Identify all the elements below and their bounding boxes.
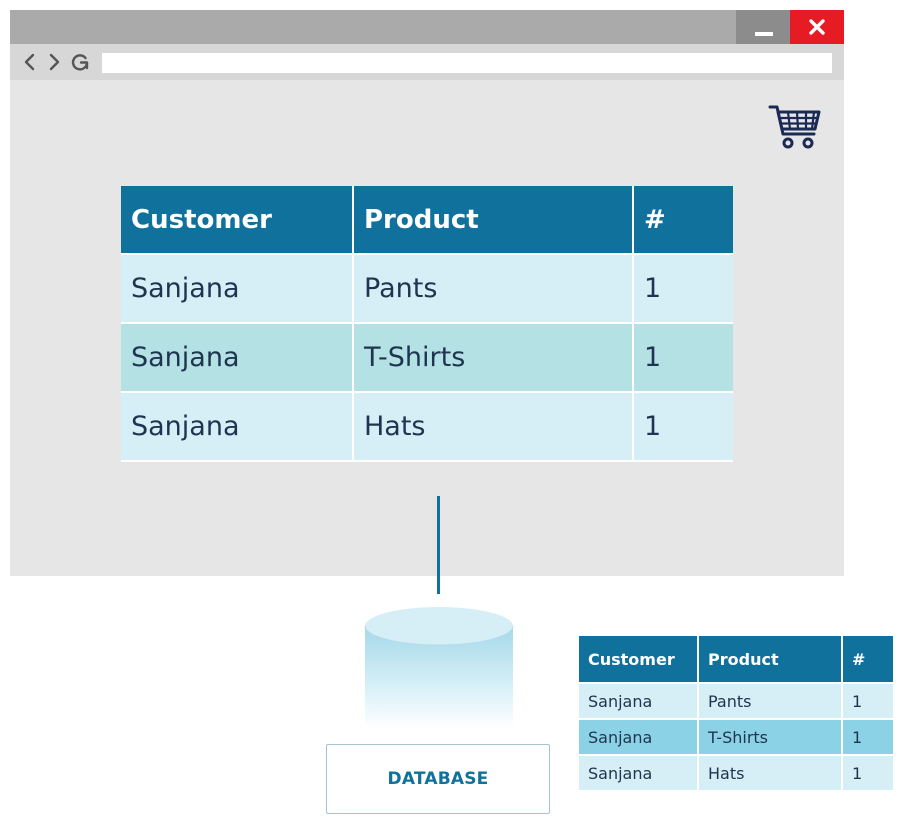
column-header-quantity: # <box>842 636 893 684</box>
browser-orders-table: Customer Product # Sanjana Pants 1 Sanja… <box>121 186 733 462</box>
cell-customer: Sanjana <box>579 755 699 792</box>
browser-window: Customer Product # Sanjana Pants 1 Sanja… <box>10 10 844 576</box>
title-bar <box>10 10 844 44</box>
table-row: Sanjana T-Shirts 1 <box>121 323 733 393</box>
minimize-icon <box>755 32 773 36</box>
column-header-customer: Customer <box>579 636 699 684</box>
table-row: Sanjana Pants 1 <box>121 254 733 324</box>
cell-product: T-Shirts <box>353 323 634 393</box>
cell-product: Hats <box>698 755 843 792</box>
cell-quantity: 1 <box>633 254 733 324</box>
connector-line <box>437 496 440 594</box>
cell-quantity: 1 <box>842 755 893 792</box>
database-label: DATABASE <box>326 744 550 814</box>
cell-quantity: 1 <box>842 683 893 720</box>
cell-customer: Sanjana <box>579 719 699 756</box>
close-icon <box>809 19 825 35</box>
reload-icon[interactable] <box>70 52 90 72</box>
cell-quantity: 1 <box>633 323 733 393</box>
table-header-row: Customer Product # <box>121 186 733 255</box>
diagram-stage: Customer Product # Sanjana Pants 1 Sanja… <box>0 0 904 832</box>
database-orders-table: Customer Product # Sanjana Pants 1 Sanja… <box>579 636 893 792</box>
column-header-customer: Customer <box>121 186 354 255</box>
table-row: Sanjana Pants 1 <box>579 683 893 720</box>
shopping-cart-icon[interactable] <box>768 102 822 152</box>
cell-product: T-Shirts <box>698 719 843 756</box>
column-header-product: Product <box>698 636 843 684</box>
minimize-button[interactable] <box>736 10 790 44</box>
address-bar[interactable] <box>102 53 832 73</box>
navigation-bar <box>10 44 844 80</box>
database-icon <box>364 607 514 728</box>
table-row: Sanjana T-Shirts 1 <box>579 719 893 756</box>
cell-customer: Sanjana <box>579 683 699 720</box>
cell-product: Hats <box>353 392 634 462</box>
forward-icon[interactable] <box>44 52 64 72</box>
cell-product: Pants <box>353 254 634 324</box>
close-button[interactable] <box>790 10 844 44</box>
table-row: Sanjana Hats 1 <box>579 755 893 792</box>
table-row: Sanjana Hats 1 <box>121 392 733 462</box>
column-header-product: Product <box>353 186 634 255</box>
cell-customer: Sanjana <box>121 323 354 393</box>
back-icon[interactable] <box>20 52 40 72</box>
column-header-quantity: # <box>633 186 733 255</box>
table-header-row: Customer Product # <box>579 636 893 684</box>
cell-quantity: 1 <box>633 392 733 462</box>
cell-customer: Sanjana <box>121 254 354 324</box>
cell-quantity: 1 <box>842 719 893 756</box>
cell-product: Pants <box>698 683 843 720</box>
cell-customer: Sanjana <box>121 392 354 462</box>
